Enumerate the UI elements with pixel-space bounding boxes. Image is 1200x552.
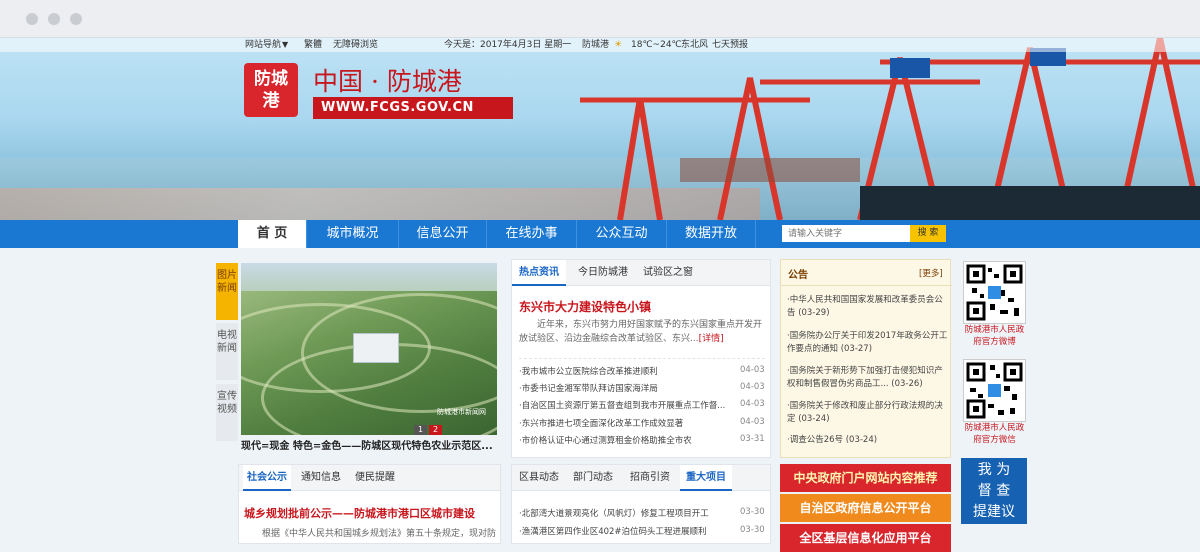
news-date: 03-31 bbox=[740, 434, 765, 444]
tab-investment[interactable]: 招商引资 bbox=[624, 465, 676, 491]
hot-summary: 近年来，东兴市努力用好国家赋予的东兴国家重点开发开放试验区、沿边金融综合改革试验… bbox=[519, 318, 765, 346]
hot-summary-text: 近年来，东兴市努力用好国家赋予的东兴国家重点开发开放试验区、沿边金融综合改革试验… bbox=[519, 320, 763, 344]
notice-more-link[interactable]: [更多] bbox=[919, 267, 943, 279]
news-date: 04-03 bbox=[740, 382, 765, 392]
notice-item[interactable]: ·国务院办公厅关于印发2017年政务公开工作要点的通知 (03-27) bbox=[787, 330, 949, 356]
news-item[interactable]: ·北部湾大道景观亮化（风帆灯）修复工程项目开工 bbox=[519, 507, 733, 519]
weibo-qr-code[interactable] bbox=[963, 261, 1026, 324]
weixin-qr-code[interactable] bbox=[963, 359, 1026, 422]
regional-gov-banner[interactable]: 自治区政府信息公开平台 bbox=[780, 494, 951, 522]
window-maximize-dot[interactable] bbox=[70, 13, 82, 25]
photo-sky bbox=[241, 263, 497, 291]
seven-day-forecast-link[interactable]: 七天预报 bbox=[712, 39, 748, 51]
search-input[interactable] bbox=[782, 225, 910, 242]
supervise-line-1: 我 为 bbox=[977, 462, 1011, 478]
nav-open-data[interactable]: 数据开放 bbox=[666, 220, 756, 248]
county-tabs: 区县动态 部门动态 招商引资 重大项目 bbox=[512, 465, 770, 491]
tab-notifications[interactable]: 通知信息 bbox=[297, 465, 345, 491]
cargo-ship bbox=[860, 186, 1200, 220]
tab-county-news[interactable]: 区县动态 bbox=[514, 465, 564, 491]
news-item[interactable]: ·渔澫港区第四作业区402#泊位码头工程进展顺利 bbox=[519, 525, 733, 537]
site-nav-link[interactable]: 网站导航 bbox=[245, 39, 281, 51]
hot-news-panel: 热点资讯 今日防城港 试验区之窗 东兴市大力建设特色小镇 近年来，东兴市努力用好… bbox=[511, 259, 771, 458]
accessible-browse-link[interactable]: 无障碍浏览 bbox=[333, 39, 378, 51]
logo-text-1: 防城 bbox=[254, 69, 288, 89]
tab-today-fcg[interactable]: 今日防城港 bbox=[570, 260, 636, 286]
divider bbox=[519, 358, 765, 359]
current-date: 今天是：2017年4月3日 星期一 bbox=[444, 40, 572, 50]
nav-home[interactable]: 首 页 bbox=[238, 220, 306, 248]
chevron-down-icon: ▼ bbox=[282, 40, 289, 49]
header-banner: 网站导航 ▼ 繁體 无障碍浏览 今天是：2017年4月3日 星期一 防城港 ☀ … bbox=[0, 38, 1200, 220]
weibo-caption: 防城港市人民政府官方微博 bbox=[964, 325, 1025, 347]
supervise-line-3: 提建议 bbox=[973, 504, 1015, 520]
notice-item[interactable]: ·国务院关于新形势下加强打击侵犯知识产权和制售假冒伪劣商品工... (03-26… bbox=[787, 365, 949, 391]
news-date: 04-03 bbox=[740, 417, 765, 427]
hot-news-tabs: 热点资讯 今日防城港 试验区之窗 bbox=[512, 260, 770, 286]
details-link[interactable]: [详情] bbox=[699, 334, 724, 344]
news-photo[interactable]: 防城港市新闻网 bbox=[241, 263, 497, 435]
news-item[interactable]: ·东兴市推进七项全面深化改革工作成效显著 bbox=[519, 417, 729, 429]
notice-item[interactable]: ·中华人民共和国国家发展和改革委员会公告 (03-29) bbox=[787, 294, 949, 320]
news-item[interactable]: ·市价格认证中心通过测算租金价格助推全市农 bbox=[519, 434, 729, 446]
supervise-suggest-button[interactable]: 我 为 督 查 提建议 bbox=[961, 458, 1027, 524]
public-notice-tabs: 社会公示 通知信息 便民提醒 bbox=[239, 465, 500, 491]
weixin-caption: 防城港市人民政府官方微信 bbox=[964, 423, 1025, 445]
traditional-chinese-link[interactable]: 繁體 bbox=[304, 39, 322, 51]
news-date: 04-03 bbox=[740, 399, 765, 409]
tab-promo-video[interactable]: 宣传视频 bbox=[216, 384, 238, 441]
nav-public-interaction[interactable]: 公众互动 bbox=[576, 220, 666, 248]
browser-chrome bbox=[0, 0, 1200, 38]
public-summary: 根据《中华人民共和国城乡规划法》第五十条规定，现对防城 bbox=[262, 529, 496, 539]
sun-cloud-icon: ☀ bbox=[614, 40, 623, 50]
news-item[interactable]: ·我市城市公立医院综合改革推进顺利 bbox=[519, 365, 729, 377]
notice-title: 公告 bbox=[788, 270, 808, 281]
notice-item[interactable]: ·国务院关于修改和废止部分行政法规的决定 (03-24) bbox=[787, 400, 949, 426]
city-logo[interactable]: 防城 港 bbox=[244, 63, 298, 117]
nav-city-overview[interactable]: 城市概况 bbox=[306, 220, 398, 248]
tab-tv-news[interactable]: 电视新闻 bbox=[216, 323, 238, 380]
supervise-line-2: 督 查 bbox=[977, 483, 1011, 499]
news-date: 03-30 bbox=[740, 507, 765, 517]
logo-text-2: 港 bbox=[262, 91, 280, 111]
tab-pilot-zone[interactable]: 试验区之窗 bbox=[638, 260, 698, 286]
public-headline[interactable]: 城乡规划批前公示——防城港市港口区城市建设 bbox=[244, 505, 475, 521]
weather-city: 防城港 bbox=[582, 40, 610, 50]
weather-temp: 18℃~24℃ bbox=[631, 40, 682, 50]
search-button[interactable]: 搜 索 bbox=[910, 225, 946, 242]
notice-item[interactable]: ·调查公告26号 (03-24) bbox=[787, 434, 949, 447]
news-date: 04-03 bbox=[740, 365, 765, 375]
photo-caption[interactable]: 现代=现金 特色=金色——防城区现代特色农业示范区... bbox=[241, 437, 497, 452]
grassroots-platform-banner[interactable]: 全区基层信息化应用平台 bbox=[780, 524, 951, 552]
photo-greenhouse bbox=[353, 333, 399, 363]
tab-department-news[interactable]: 部门动态 bbox=[568, 465, 618, 491]
tab-reminders[interactable]: 便民提醒 bbox=[351, 465, 399, 491]
qr-code-icon bbox=[966, 264, 1023, 321]
site-url: WWW.FCGS.GOV.CN bbox=[313, 97, 513, 119]
public-notice-panel: 社会公示 通知信息 便民提醒 城乡规划批前公示——防城港市港口区城市建设 根据《… bbox=[238, 464, 501, 544]
window-minimize-dot[interactable] bbox=[48, 13, 60, 25]
pager-page-2[interactable]: 2 bbox=[429, 425, 442, 435]
tab-social-notice[interactable]: 社会公示 bbox=[243, 465, 291, 491]
tab-photo-news[interactable]: 图片新闻 bbox=[216, 263, 238, 320]
county-news-panel: 区县动态 部门动态 招商引资 重大项目 ·北部湾大道景观亮化（风帆灯）修复工程项… bbox=[511, 464, 771, 544]
central-gov-banner[interactable]: 中央政府门户网站内容推荐 bbox=[780, 464, 951, 492]
hot-headline[interactable]: 东兴市大力建设特色小镇 bbox=[519, 298, 651, 315]
main-nav: 首 页 城市概况 信息公开 在线办事 公众互动 数据开放 搜 索 bbox=[0, 220, 1200, 248]
news-item[interactable]: ·市委书记金湘军带队拜访国家海洋局 bbox=[519, 382, 729, 394]
nav-info-disclosure[interactable]: 信息公开 bbox=[398, 220, 486, 248]
news-item[interactable]: ·自治区国土资源厅第五督查组到我市开展重点工作督... bbox=[519, 399, 729, 411]
photo-watermark: 防城港市新闻网 bbox=[437, 408, 486, 416]
tab-hot-news[interactable]: 热点资讯 bbox=[512, 260, 566, 286]
pager-page-1[interactable]: 1 bbox=[414, 425, 427, 435]
qr-code-icon bbox=[966, 362, 1023, 419]
news-date: 03-30 bbox=[740, 525, 765, 535]
window-close-dot[interactable] bbox=[26, 13, 38, 25]
notice-header: 公告 [更多] bbox=[781, 260, 952, 286]
site-title: 中国 · 防城港 bbox=[313, 67, 462, 96]
nav-online-services[interactable]: 在线办事 bbox=[486, 220, 576, 248]
notice-panel: 公告 [更多] ·中华人民共和国国家发展和改革委员会公告 (03-29) ·国务… bbox=[780, 259, 952, 458]
tab-major-projects[interactable]: 重大项目 bbox=[680, 465, 732, 491]
weather-wind: 东北风 bbox=[681, 40, 709, 50]
